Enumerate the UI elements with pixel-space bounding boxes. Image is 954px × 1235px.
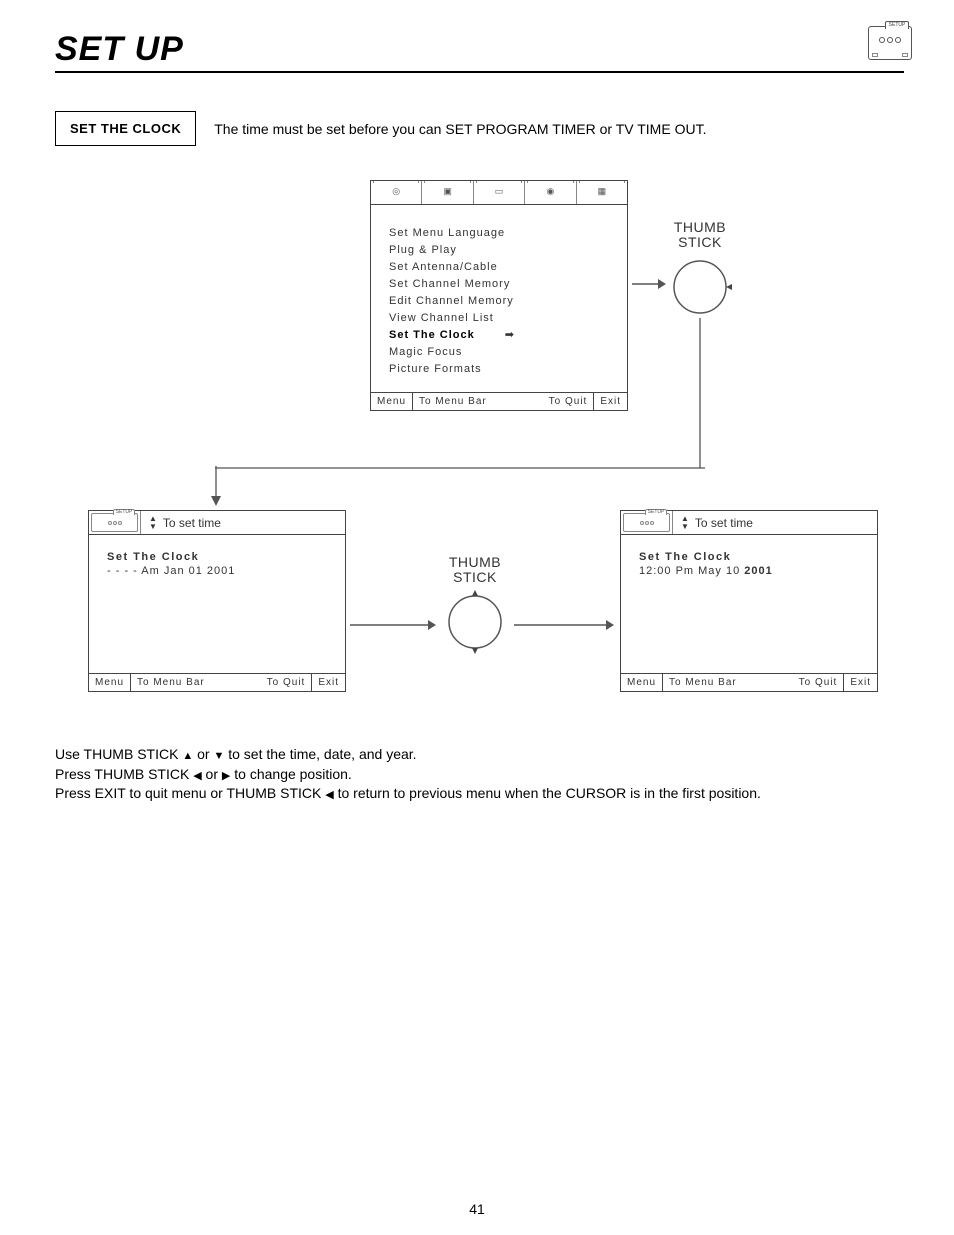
setup-badge-tab: SETUP [885, 21, 909, 29]
instruction-line: Press THUMB STICK ◀ or ▶ to change posit… [55, 765, 761, 785]
clock-after-title: Set The Clock [639, 551, 863, 563]
flow-arrow-out-stick-icon [514, 618, 614, 632]
menu-item: Set Menu Language [389, 225, 615, 242]
menu-item: Set Antenna/Cable [389, 259, 615, 276]
footer-mid: To Menu Bar [413, 393, 543, 410]
updown-triangles-icon: ▲▼ [149, 515, 157, 530]
menu-item: Picture Formats [389, 361, 615, 378]
tab-setup: SETUP◎ [371, 181, 422, 204]
footer-menu: Menu [621, 674, 663, 691]
footer-exit: Exit [312, 674, 345, 691]
instruction-line: Press EXIT to quit menu or THUMB STICK ◀… [55, 784, 761, 804]
panel-hint: ▲▼ To set time [141, 511, 345, 534]
triangle-down-icon: ▼ [213, 750, 224, 762]
menu-item: Magic Focus [389, 344, 615, 361]
page-title: SET UP [55, 30, 904, 69]
menu-item: Edit Channel Memory [389, 293, 615, 310]
flow-arrow-right-icon [632, 277, 666, 291]
menu-body: Set Menu Language Plug & Play Set Antenn… [371, 205, 627, 392]
thumb-stick-right: THUMB STICK [665, 220, 735, 319]
footer-exit: Exit [594, 393, 627, 410]
flow-line-down [698, 318, 702, 468]
triangle-left-icon: ◀ [325, 789, 333, 801]
flow-arrow-into-stick-icon [350, 618, 436, 632]
main-menu-panel: SETUP◎ CUSTOMIZE▣ VIDEO▭ AUDIO◉ THEATER▦… [370, 180, 628, 411]
clock-before-title: Set The Clock [107, 551, 331, 563]
tab-theater: THEATER▦ [577, 181, 627, 204]
tab-customize: CUSTOMIZE▣ [422, 181, 473, 204]
page-number: 41 [0, 1201, 954, 1217]
flow-arrow-down-icon [209, 466, 223, 506]
footer-menu: Menu [89, 674, 131, 691]
clock-panel-before: SETUP ▲▼ To set time Set The Clock - - -… [88, 510, 346, 692]
updown-triangles-icon: ▲▼ [681, 515, 689, 530]
flow-line-horizontal [215, 466, 705, 470]
thumb-stick-label: THUMB STICK [665, 220, 735, 251]
footer-menu: Menu [371, 393, 413, 410]
menu-item: Set Channel Memory [389, 276, 615, 293]
thumb-stick-icon [665, 255, 735, 319]
instructions: Use THUMB STICK ▲ or ▼ to set the time, … [55, 745, 761, 804]
menu-item-selected: Set The Clock➡ [389, 327, 615, 344]
intro-text: The time must be set before you can SET … [214, 121, 706, 137]
arrow-right-icon: ➡ [505, 327, 515, 344]
clock-before-value: - - - - Am Jan 01 2001 [107, 565, 331, 577]
menu-item: View Channel List [389, 310, 615, 327]
triangle-left-icon: ◀ [193, 770, 201, 782]
footer-exit: Exit [844, 674, 877, 691]
thumb-stick-icon [440, 590, 510, 654]
setup-mini-icon: SETUP [89, 511, 141, 534]
footer-quit: To Quit [543, 393, 595, 410]
clock-panel-after: SETUP ▲▼ To set time Set The Clock 12:00… [620, 510, 878, 692]
clock-after-value: 12:00 Pm May 10 2001 [639, 565, 863, 577]
thumb-stick-label: THUMB STICK [440, 555, 510, 586]
footer-quit: To Quit [793, 674, 845, 691]
menu-item: Plug & Play [389, 242, 615, 259]
menu-tabs: SETUP◎ CUSTOMIZE▣ VIDEO▭ AUDIO◉ THEATER▦ [371, 181, 627, 205]
footer-mid: To Menu Bar [131, 674, 261, 691]
footer-quit: To Quit [261, 674, 313, 691]
panel-hint: ▲▼ To set time [673, 511, 877, 534]
instruction-line: Use THUMB STICK ▲ or ▼ to set the time, … [55, 745, 761, 765]
thumb-stick-middle: THUMB STICK [440, 555, 510, 654]
setup-mini-icon: SETUP [621, 511, 673, 534]
footer-mid: To Menu Bar [663, 674, 793, 691]
triangle-up-icon: ▲ [182, 750, 193, 762]
tab-video: VIDEO▭ [474, 181, 525, 204]
section-heading: SET THE CLOCK [55, 111, 196, 146]
setup-badge: SETUP [868, 26, 912, 60]
tab-audio: AUDIO◉ [525, 181, 576, 204]
